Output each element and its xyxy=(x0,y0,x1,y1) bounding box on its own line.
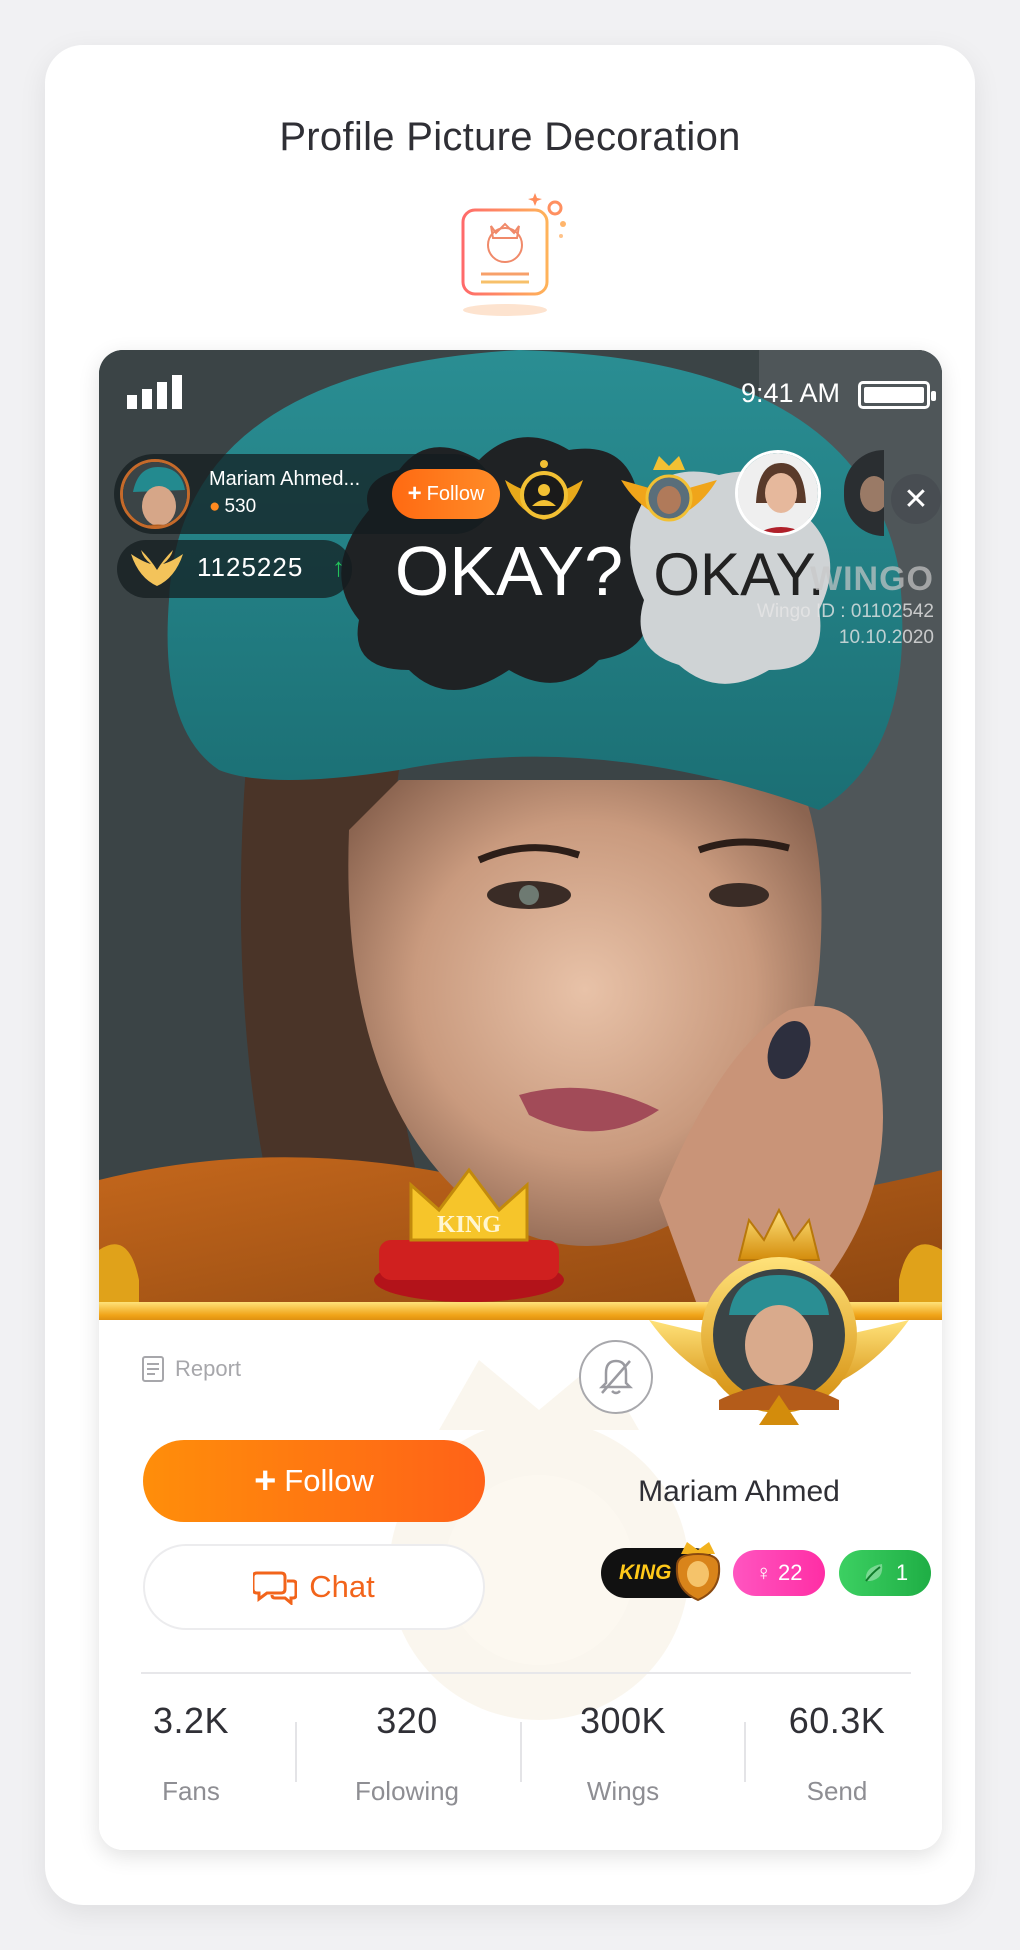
report-link[interactable]: Report xyxy=(141,1355,241,1383)
divider xyxy=(141,1672,911,1674)
status-bar: 9:41 AM xyxy=(99,375,942,415)
stat-wings[interactable]: 300K Wings xyxy=(533,1700,713,1807)
host-avatar[interactable] xyxy=(120,459,190,529)
plus-icon: + xyxy=(407,480,422,507)
wingo-id: Wingo ID : 01102542 xyxy=(756,601,934,622)
stat-separator xyxy=(744,1722,746,1782)
plus-icon: + xyxy=(254,1460,277,1502)
host-info-pill[interactable]: Mariam Ahmed... ● 530 + Follow xyxy=(114,454,500,534)
chat-label: Chat xyxy=(309,1569,375,1604)
leaf-icon xyxy=(865,1564,883,1582)
chat-button[interactable]: Chat xyxy=(143,1544,485,1630)
live-stream-photo: OKAY? OKAY. KING 9:41 AM Mariam Ahmed...… xyxy=(99,350,942,1320)
stat-label: Folowing xyxy=(354,1776,460,1806)
wings-count: 1125225 xyxy=(197,552,304,582)
leaf-badge[interactable]: 1 xyxy=(839,1550,931,1596)
signal-icon xyxy=(127,375,182,409)
gender-badge-count: 22 xyxy=(778,1560,803,1585)
stat-following[interactable]: 320 Folowing xyxy=(317,1700,497,1807)
battery-icon xyxy=(858,381,936,409)
page-title: Profile Picture Decoration xyxy=(279,115,741,159)
wingo-date: 10.10.2020 xyxy=(838,627,934,648)
follow-label: Follow xyxy=(284,1463,374,1498)
phone-screen: OKAY? OKAY. KING 9:41 AM Mariam Ahmed...… xyxy=(99,350,942,1850)
stat-fans[interactable]: 3.2K Fans xyxy=(101,1700,281,1807)
watermark: WINGO Wingo ID : 01102542 10.10.2020 xyxy=(757,560,934,651)
viewer-avatar-winged[interactable] xyxy=(619,450,719,536)
report-label: Report xyxy=(175,1356,242,1381)
stats-row: 3.2K Fans 320 Folowing 300K Wings 60.3K … xyxy=(99,1700,942,1830)
king-frame-avatar xyxy=(649,1207,909,1425)
profile-frame-icon xyxy=(461,193,566,316)
stat-label: Wings xyxy=(586,1776,660,1806)
clock-time: 9:41 AM xyxy=(740,378,840,408)
host-follow-label: Follow xyxy=(426,482,485,505)
host-fans-value: 530 xyxy=(224,496,257,517)
close-icon: ✕ xyxy=(903,482,929,516)
gender-badge[interactable]: ♀ 22 xyxy=(733,1550,825,1596)
report-icon xyxy=(142,1356,164,1382)
leaf-badge-count: 1 xyxy=(895,1560,909,1585)
wings-icon xyxy=(131,550,183,586)
stat-value: 300K xyxy=(579,1700,667,1741)
stat-value: 3.2K xyxy=(152,1700,230,1741)
close-button[interactable]: ✕ xyxy=(891,474,941,524)
user-name: Mariam Ahmed xyxy=(638,1475,840,1508)
winged-frame-avatar xyxy=(621,456,717,522)
host-follow-button[interactable]: + Follow xyxy=(392,469,500,519)
bell-off-icon xyxy=(598,1359,634,1395)
decorated-avatar[interactable] xyxy=(639,1200,919,1440)
profile-panel: Report + Follow Chat Mariam Ahmed KING ♀… xyxy=(99,1207,942,1850)
follow-button[interactable]: + Follow xyxy=(143,1440,485,1522)
lion-crest-icon xyxy=(675,1542,721,1602)
stat-separator xyxy=(295,1722,297,1782)
person-icon: ● xyxy=(209,496,221,517)
up-arrow-icon: ↑ xyxy=(332,552,345,582)
wingo-logo: WINGO xyxy=(810,560,934,598)
stat-value: 60.3K xyxy=(788,1700,886,1741)
stat-send[interactable]: 60.3K Send xyxy=(747,1700,927,1807)
wings-counter-pill[interactable]: 1125225 ↑ xyxy=(117,540,352,598)
host-avatar-image xyxy=(123,462,187,526)
stat-label: Send xyxy=(806,1776,868,1806)
stat-separator xyxy=(520,1722,522,1782)
viewer-avatar-1[interactable] xyxy=(735,450,821,536)
host-fans-count: ● 530 xyxy=(209,496,256,518)
stat-value: 320 xyxy=(376,1700,438,1741)
king-badge-label: KING xyxy=(619,1561,672,1584)
stat-label: Fans xyxy=(162,1776,220,1806)
gold-wings-badge-icon xyxy=(505,460,583,520)
viewer-badge-gold[interactable] xyxy=(501,450,587,536)
female-icon: ♀ xyxy=(755,1560,773,1585)
host-name: Mariam Ahmed... xyxy=(209,468,361,490)
hat-text-left: OKAY? xyxy=(395,532,623,610)
chat-icon xyxy=(253,1571,298,1605)
crown-label: KING xyxy=(437,1212,501,1238)
